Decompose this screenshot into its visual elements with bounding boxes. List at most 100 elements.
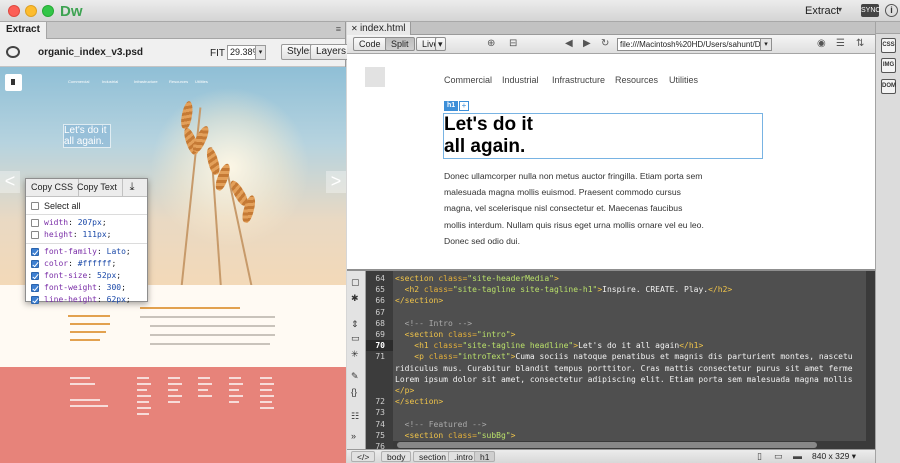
select-all-checkbox[interactable]: Select all [26, 200, 147, 212]
split-view-button[interactable]: Split [385, 37, 415, 51]
headline[interactable]: Let's do it all again. [444, 114, 594, 158]
element-tag-badge[interactable]: h1 [444, 101, 459, 111]
code-line[interactable]: Lorem ipsum dolor sit amet, consectetur … [395, 374, 853, 385]
code-line[interactable]: <p class="introText">Cuma sociis natoque… [395, 351, 852, 362]
copy-text-button[interactable]: Copy Text [72, 179, 123, 196]
line-number: 68 [375, 318, 385, 328]
line-numbers-icon[interactable]: ✳ [351, 349, 359, 360]
breadcrumb-section[interactable]: section [413, 451, 452, 462]
mobile-size-icon[interactable]: ▯ [757, 451, 762, 462]
code-line[interactable]: <!-- Intro --> [395, 318, 472, 329]
nav-item-resources[interactable]: Resources [615, 75, 658, 85]
chevron-down-icon[interactable]: ▾ [838, 5, 842, 14]
forward-icon[interactable]: ▶ [583, 38, 591, 49]
expand-icon[interactable]: ⇕ [351, 319, 359, 330]
live-dropdown-icon[interactable]: ▾ [435, 37, 446, 51]
file-management-icon[interactable]: ☰ [836, 38, 845, 49]
code-line[interactable]: <section class="intro"> [395, 329, 516, 340]
maximize-window-button[interactable] [42, 5, 54, 17]
css-property-row[interactable]: color: #ffffff; [26, 258, 147, 270]
checkbox[interactable] [31, 272, 39, 280]
checkbox[interactable] [31, 284, 39, 292]
braces-icon[interactable]: {} [351, 387, 357, 397]
css-property-row[interactable]: line-height: 62px; [26, 294, 147, 306]
open-documents-icon[interactable]: ▢ [351, 277, 360, 288]
fit-label[interactable]: FIT [210, 48, 225, 59]
creative-cloud-icon[interactable] [6, 46, 20, 58]
format-icon[interactable]: ☷ [351, 411, 359, 422]
desktop-size-icon[interactable]: ▬ [793, 451, 802, 461]
preview-icon[interactable]: ⊟ [509, 38, 517, 49]
psd-hero-text-layer[interactable]: Let's do it all again. [63, 124, 111, 148]
live-view[interactable]: Commercial Industrial Infrastructure Res… [347, 55, 875, 269]
psd-text-line [150, 334, 275, 336]
sort-icon[interactable]: ⇅ [856, 38, 864, 49]
dom-panel-icon[interactable]: DOM [881, 79, 896, 94]
vertical-scrollbar[interactable] [866, 271, 875, 449]
highlight-icon[interactable]: ✎ [351, 371, 359, 382]
css-property-row[interactable]: font-family: Lato; [26, 246, 147, 258]
code-line[interactable]: <section class="site-headerMedia"> [395, 273, 559, 284]
nav-item-utilities[interactable]: Utilities [669, 75, 698, 85]
intro-paragraph[interactable]: Donec ullamcorper nulla non metus auctor… [444, 168, 704, 249]
css-property-name: font-weight [44, 283, 97, 292]
checkbox[interactable] [31, 296, 39, 304]
code-line[interactable]: ridiculus mus. Curabitur blandit tempus … [395, 363, 853, 374]
css-designer-icon[interactable]: CSS [881, 38, 896, 53]
checkbox[interactable] [31, 202, 39, 210]
layers-button[interactable]: Layers [310, 44, 353, 60]
nav-item-infrastructure[interactable]: Infrastructure [552, 75, 605, 85]
code-line[interactable]: <h1 class="site-tagline headline">Let's … [395, 340, 703, 351]
tab-index-html[interactable]: ✕ index.html [347, 22, 411, 35]
inspect-icon[interactable]: ⊕ [487, 38, 495, 49]
window-size-selector[interactable]: 840 x 329 ▾ [812, 451, 856, 462]
css-property-name: width [44, 218, 69, 227]
line-number: 67 [375, 307, 385, 317]
chevron-down-icon[interactable]: ▾ [760, 38, 772, 51]
assets-icon[interactable]: IMG [881, 58, 896, 73]
breadcrumb-body[interactable]: body [381, 451, 412, 462]
nav-item-industrial[interactable]: Industrial [502, 75, 539, 85]
help-icon[interactable]: i [885, 4, 898, 17]
code-line[interactable]: </p> [395, 385, 414, 396]
breadcrumb-h1[interactable]: h1 [474, 451, 496, 462]
css-property-row[interactable]: height: 111px; [26, 229, 147, 241]
minimize-window-button[interactable] [25, 5, 37, 17]
psd-text-line [150, 325, 275, 327]
code-view-button[interactable]: Code [353, 37, 387, 51]
collapse-icon[interactable]: ✱ [351, 293, 359, 304]
more-icon[interactable]: » [351, 431, 356, 441]
code-view[interactable]: ▢ ✱ ⇕ ▭ ✳ ✎ {} ☷ » 64 65 66 67 68 69 70 71 72 73 7… [347, 271, 875, 449]
close-icon[interactable]: ✕ [351, 24, 360, 33]
panel-menu-icon[interactable]: ≡ [336, 24, 341, 34]
code-line[interactable]: <!-- Featured --> [395, 419, 487, 430]
checkbox[interactable] [31, 260, 39, 268]
code-line[interactable]: </section> [395, 396, 443, 407]
globe-icon[interactable]: ◉ [817, 38, 826, 49]
css-property-row[interactable]: font-weight: 300; [26, 282, 147, 294]
code-line[interactable]: <section class="subBg"> [395, 430, 516, 441]
checkbox[interactable] [31, 231, 39, 239]
code-line[interactable]: <h2 class="site-tagline site-tagline-h1"… [395, 284, 733, 295]
checkbox[interactable] [31, 248, 39, 256]
sync-settings-button[interactable]: SYNC [861, 4, 880, 17]
close-window-button[interactable] [8, 5, 20, 17]
checkbox[interactable] [31, 219, 39, 227]
tab-extract[interactable]: Extract [0, 22, 47, 39]
css-property-row[interactable]: width: 207px; [26, 217, 147, 229]
code-line[interactable]: </section> [395, 295, 443, 306]
tablet-size-icon[interactable]: ▭ [774, 451, 783, 462]
psd-text-line [140, 316, 275, 318]
zoom-dropdown-icon[interactable]: ▾ [255, 45, 266, 60]
css-property-row[interactable]: font-size: 52px; [26, 270, 147, 282]
add-class-button[interactable]: + [459, 101, 469, 111]
scrollbar-thumb[interactable] [397, 442, 817, 448]
address-bar[interactable]: file:///Macintosh%20HD/Users/sahunt/Des.… [617, 38, 771, 51]
back-icon[interactable]: ◀ [565, 38, 573, 49]
workspace-switcher[interactable]: Extract [805, 5, 839, 17]
refresh-icon[interactable]: ↻ [601, 38, 609, 49]
select-parent-icon[interactable]: ▭ [351, 333, 360, 344]
nav-item-commercial[interactable]: Commercial [444, 75, 492, 85]
download-icon[interactable]: ⤓ [117, 179, 147, 196]
code-toggle-button[interactable]: </> [351, 451, 376, 462]
